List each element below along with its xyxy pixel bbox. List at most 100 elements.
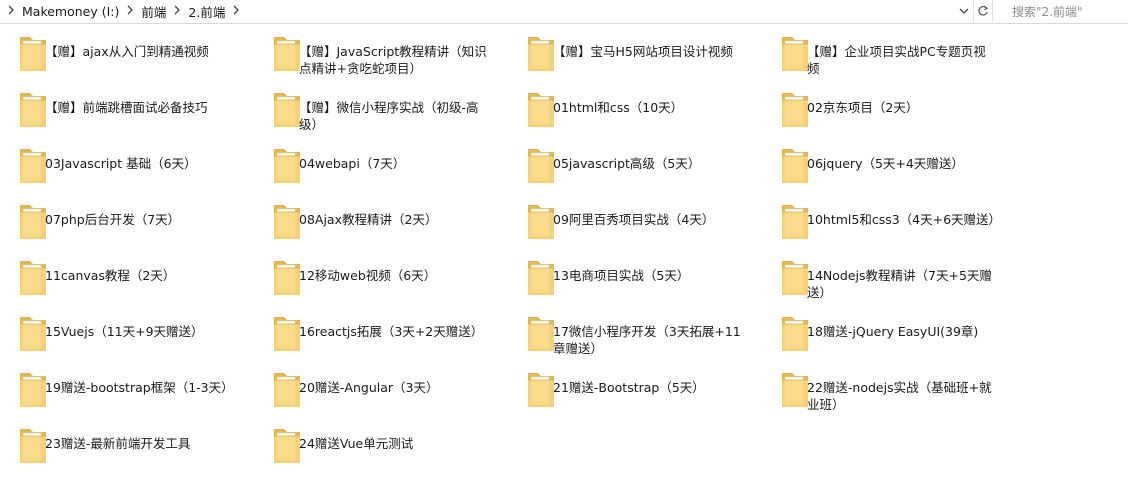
folder-item[interactable]: 08Ajax教程精讲（2天） [254, 191, 504, 243]
folder-item[interactable]: 19赠送-bootstrap框架（1-3天） [0, 359, 250, 411]
folder-icon [780, 35, 810, 73]
folder-item[interactable]: 09阿里百秀项目实战（4天） [508, 191, 758, 243]
chevron-right-icon[interactable] [123, 5, 137, 18]
folder-icon [526, 259, 556, 297]
folder-label: 09阿里百秀项目实战（4天） [553, 212, 715, 227]
folder-icon [780, 203, 810, 241]
folder-icon [780, 315, 810, 353]
folder-icon [18, 427, 48, 465]
folder-label: 21赠送-Bootstrap（5天） [553, 380, 705, 395]
folder-item[interactable]: 12移动web视频（6天） [254, 247, 504, 299]
folder-icon [526, 35, 556, 73]
search-placeholder: 搜索"2.前端" [1012, 4, 1083, 19]
folder-item[interactable]: 16reactjs拓展（3天+2天赠送） [254, 303, 504, 355]
folder-icon [18, 315, 48, 353]
folder-item[interactable]: 22赠送-nodejs实战（基础班+就业班） [762, 359, 1012, 412]
breadcrumb-current-folder[interactable]: 2.前端 [184, 2, 229, 21]
folder-label: 【赠】ajax从入门到精通视频 [45, 44, 209, 59]
chevron-down-icon[interactable] [955, 0, 973, 22]
folder-item[interactable]: 24赠送Vue单元测试 [254, 415, 504, 467]
folder-item[interactable]: 07php后台开发（7天） [0, 191, 250, 243]
folder-item[interactable]: 23赠送-最新前端开发工具 [0, 415, 250, 467]
folder-item[interactable]: 【赠】前端跳槽面试必备技巧 [0, 79, 250, 131]
breadcrumb-drive[interactable]: Makemoney (I:) [18, 4, 123, 19]
folder-item[interactable]: 18赠送-jQuery EasyUI(39章) [762, 303, 1012, 355]
folder-icon [18, 203, 48, 241]
folder-label: 05javascript高级（5天） [553, 156, 701, 171]
folder-icon [526, 203, 556, 241]
folder-label: 04webapi（7天） [299, 156, 406, 171]
folder-icon [18, 147, 48, 185]
folder-label: 17微信小程序开发（3天拓展+11章赠送） [553, 324, 741, 356]
folder-icon [780, 91, 810, 129]
folder-label: 【赠】JavaScript教程精讲（知识点精讲+贪吃蛇项目） [299, 44, 487, 76]
address-toolbar: Makemoney (I:) 前端 2.前端 搜索"2.前端" [0, 0, 1128, 24]
folder-label: 【赠】企业项目实战PC专题页视频 [807, 44, 986, 76]
folder-label: 08Ajax教程精讲（2天） [299, 212, 438, 227]
folder-icon [272, 427, 302, 465]
folder-label: 10html5和css3（4天+6天赠送） [807, 212, 1002, 227]
folder-icon [780, 259, 810, 297]
folder-item[interactable]: 【赠】企业项目实战PC专题页视频 [762, 23, 1012, 76]
folder-icon [18, 35, 48, 73]
folder-label: 06jquery（5天+4天赠送） [807, 156, 964, 171]
folder-item[interactable]: 17微信小程序开发（3天拓展+11章赠送） [508, 303, 758, 356]
folder-icon [18, 371, 48, 409]
folder-label: 13电商项目实战（5天） [553, 268, 690, 283]
folder-label: 19赠送-bootstrap框架（1-3天） [45, 380, 234, 395]
folder-label: 【赠】宝马H5网站项目设计视频 [553, 44, 733, 59]
folder-icon [526, 315, 556, 353]
folder-item[interactable]: 【赠】JavaScript教程精讲（知识点精讲+贪吃蛇项目） [254, 23, 504, 76]
chevron-right-icon[interactable] [229, 5, 243, 18]
chevron-right-icon[interactable] [170, 5, 184, 18]
folder-item[interactable]: 01html和css（10天） [508, 79, 758, 131]
folder-item[interactable]: 20赠送-Angular（3天） [254, 359, 504, 411]
folder-icon [526, 91, 556, 129]
folder-icon [526, 147, 556, 185]
folder-label: 18赠送-jQuery EasyUI(39章) [807, 324, 979, 339]
folder-item[interactable]: 14Nodejs教程精讲（7天+5天赠送） [762, 247, 1012, 300]
folder-item[interactable]: 【赠】ajax从入门到精通视频 [0, 23, 250, 75]
folder-item[interactable]: 13电商项目实战（5天） [508, 247, 758, 299]
folder-icon [526, 371, 556, 409]
folder-label: 24赠送Vue单元测试 [299, 436, 414, 451]
folder-icon [272, 91, 302, 129]
folder-item[interactable]: 04webapi（7天） [254, 135, 504, 187]
folder-item[interactable]: 15Vuejs（11天+9天赠送） [0, 303, 250, 355]
folder-label: 23赠送-最新前端开发工具 [45, 436, 191, 451]
folder-label: 22赠送-nodejs实战（基础班+就业班） [807, 380, 992, 412]
folder-item[interactable]: 05javascript高级（5天） [508, 135, 758, 187]
folder-label: 12移动web视频（6天） [299, 268, 437, 283]
folder-label: 11canvas教程（2天） [45, 268, 176, 283]
folder-label: 16reactjs拓展（3天+2天赠送） [299, 324, 484, 339]
folder-label: 07php后台开发（7天） [45, 212, 181, 227]
folder-icon [272, 371, 302, 409]
folder-icon [18, 91, 48, 129]
folder-grid: 【赠】ajax从入门到精通视频 【赠】JavaScript教程精讲（知识点精讲+贪… [0, 23, 1128, 489]
folder-label: 20赠送-Angular（3天） [299, 380, 439, 395]
folder-label: 【赠】前端跳槽面试必备技巧 [45, 100, 208, 115]
folder-item[interactable]: 02京东项目（2天） [762, 79, 1012, 131]
folder-item[interactable]: 11canvas教程（2天） [0, 247, 250, 299]
folder-item[interactable]: 【赠】宝马H5网站项目设计视频 [508, 23, 758, 75]
folder-label: 01html和css（10天） [553, 100, 684, 115]
folder-icon [272, 259, 302, 297]
folder-item[interactable]: 06jquery（5天+4天赠送） [762, 135, 1012, 187]
folder-label: 14Nodejs教程精讲（7天+5天赠送） [807, 268, 992, 300]
chevron-right-icon[interactable] [4, 5, 18, 18]
folder-label: 02京东项目（2天） [807, 100, 919, 115]
folder-item[interactable]: 【赠】微信小程序实战（初级-高级） [254, 79, 504, 132]
folder-icon [18, 259, 48, 297]
folder-icon [272, 35, 302, 73]
folder-item[interactable]: 03Javascript 基础（6天） [0, 135, 250, 187]
address-bar[interactable]: Makemoney (I:) 前端 2.前端 [0, 0, 974, 22]
breadcrumb-folder-qianduan[interactable]: 前端 [137, 2, 170, 21]
refresh-icon[interactable] [974, 0, 993, 22]
folder-item[interactable]: 10html5和css3（4天+6天赠送） [762, 191, 1012, 243]
folder-label: 15Vuejs（11天+9天赠送） [45, 324, 204, 339]
folder-label: 【赠】微信小程序实战（初级-高级） [299, 100, 479, 132]
folder-icon [272, 315, 302, 353]
folder-icon [780, 371, 810, 409]
search-input[interactable]: 搜索"2.前端" [1003, 0, 1128, 22]
folder-item[interactable]: 21赠送-Bootstrap（5天） [508, 359, 758, 411]
